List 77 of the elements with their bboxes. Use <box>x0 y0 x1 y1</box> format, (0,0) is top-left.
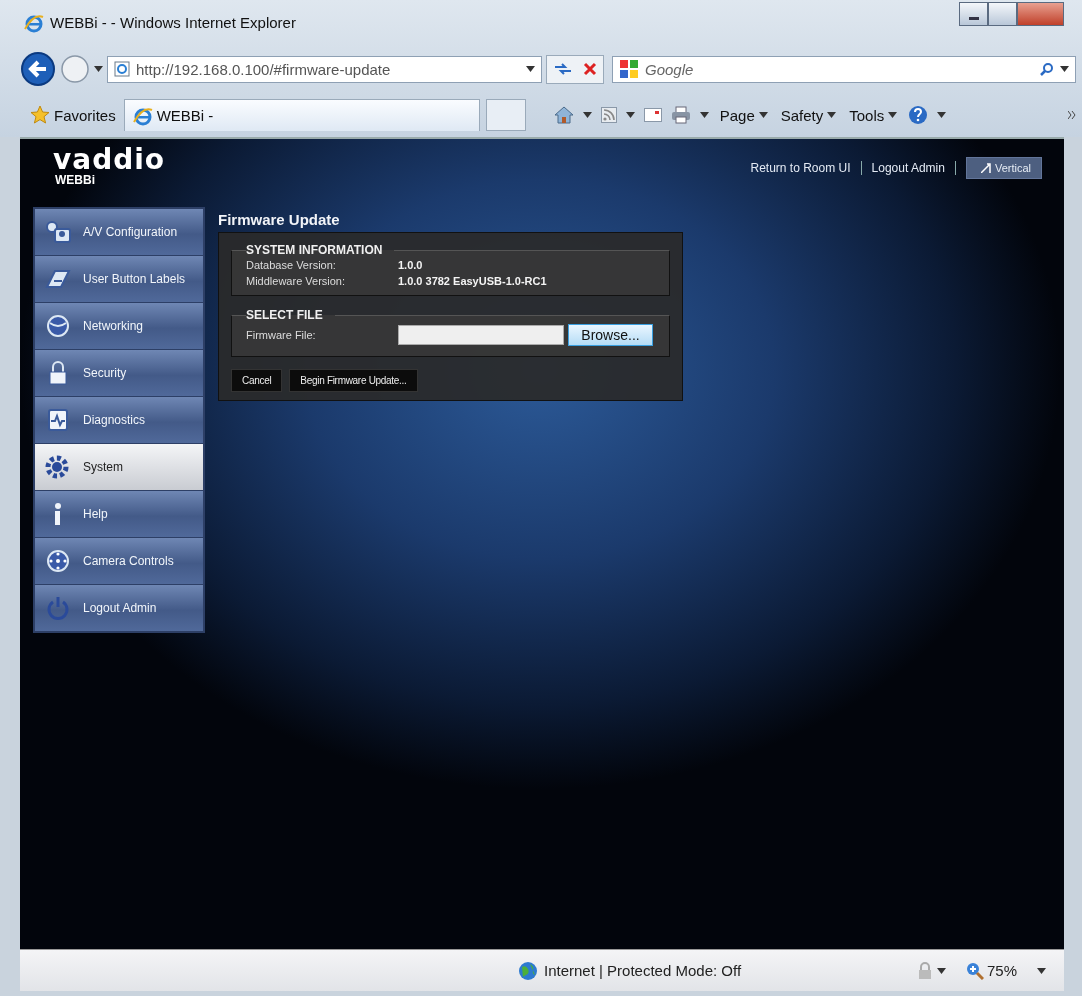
field-label: Firmware File: <box>246 329 317 341</box>
menu-button[interactable]: Safety <box>778 104 839 126</box>
browser-logo-icon <box>132 105 153 126</box>
header-link[interactable]: Logout Admin <box>871 161 945 175</box>
caret-icon[interactable] <box>936 967 946 974</box>
power-icon <box>45 596 71 620</box>
home-icon[interactable] <box>553 106 574 124</box>
zoom-icon[interactable] <box>965 961 984 980</box>
file-input-field[interactable] <box>398 325 564 345</box>
zoom-level-button[interactable]: 75% <box>965 961 1017 980</box>
favorites-button[interactable]: Favorites <box>28 103 118 127</box>
caret-icon[interactable] <box>582 112 592 118</box>
window-title: WEBBi - - Windows Internet Explorer <box>50 14 296 31</box>
heartbeat-icon <box>45 408 71 432</box>
search-field[interactable]: Google <box>612 55 1076 83</box>
back-button[interactable] <box>20 51 56 87</box>
star-icon <box>30 105 50 125</box>
browser-logo-icon <box>24 12 44 33</box>
caret-icon[interactable] <box>699 112 709 118</box>
nav-item[interactable]: Networking <box>35 303 203 349</box>
action-button[interactable]: Cancel <box>231 369 283 392</box>
caret-icon[interactable] <box>1037 967 1046 974</box>
section-heading: SELECT FILE <box>246 308 324 322</box>
menu-button[interactable]: Tools <box>847 104 900 126</box>
nav-item[interactable]: Logout Admin <box>35 585 203 631</box>
refresh-icon[interactable] <box>553 61 573 77</box>
caret-icon[interactable] <box>1060 66 1069 72</box>
logo: vaddio <box>53 147 166 173</box>
menu-button[interactable]: Page <box>717 104 770 126</box>
field-label: Middleware Version: <box>246 274 347 289</box>
gear-icon <box>45 455 71 479</box>
globe-icon <box>45 314 71 338</box>
caret-icon[interactable] <box>625 112 635 118</box>
camera-icon <box>45 220 71 244</box>
page-icon <box>114 61 130 77</box>
browse-button[interactable]: Browse... <box>568 324 653 346</box>
tag-icon <box>45 267 71 291</box>
stop-icon[interactable] <box>583 62 597 76</box>
nav-item[interactable]: Camera Controls <box>35 538 203 584</box>
nav-item[interactable]: Diagnostics <box>35 397 203 443</box>
caret-icon[interactable] <box>526 66 535 72</box>
caret-icon[interactable] <box>937 112 947 118</box>
caret-icon[interactable] <box>888 112 898 118</box>
page-title: Firmware Update <box>218 211 341 228</box>
maximize-button[interactable] <box>988 2 1017 26</box>
globe-icon <box>518 960 538 981</box>
vertical-layout-button[interactable]: Vertical <box>965 157 1042 179</box>
header-link[interactable]: Return to Room UI <box>750 161 851 175</box>
caret-icon[interactable] <box>827 112 837 118</box>
mail-icon[interactable] <box>643 108 662 122</box>
field-value: 1.0.0 3782 EasyUSB-1.0-RC1 <box>398 274 547 289</box>
caret-icon[interactable] <box>758 112 768 118</box>
arrow-icon <box>980 163 991 173</box>
nav-item[interactable]: A/V Configuration <box>35 209 203 255</box>
action-button[interactable]: Begin Firmware Update... <box>289 369 418 392</box>
minimize-button[interactable] <box>959 2 988 26</box>
browser-tab[interactable]: WEBBi - <box>123 99 480 131</box>
address-field[interactable]: http://192.168.0.100/#firmware-update <box>107 55 542 83</box>
help-icon[interactable] <box>908 105 929 125</box>
nav-item[interactable]: Help <box>35 491 203 537</box>
nav-item[interactable]: User Button Labels <box>35 256 203 302</box>
chevron-icon[interactable] <box>1068 111 1076 119</box>
search-icon[interactable] <box>1040 62 1054 76</box>
feed-icon[interactable] <box>600 107 617 123</box>
close-button[interactable] <box>1017 2 1064 26</box>
printer-icon[interactable] <box>670 106 691 124</box>
product-name: WEBBi <box>55 173 96 187</box>
search-provider-icon <box>619 59 639 79</box>
field-label: Database Version: <box>246 258 337 273</box>
nav-item[interactable]: System <box>35 444 203 490</box>
dial-icon <box>45 549 71 573</box>
field-value: 1.0.0 <box>398 258 423 273</box>
info-icon <box>54 502 62 526</box>
nav-item[interactable]: Security <box>35 350 203 396</box>
section-heading: SYSTEM INFORMATION <box>246 243 384 257</box>
security-zone-text: Internet | Protected Mode: Off <box>544 962 742 979</box>
caret-icon[interactable] <box>94 66 103 72</box>
